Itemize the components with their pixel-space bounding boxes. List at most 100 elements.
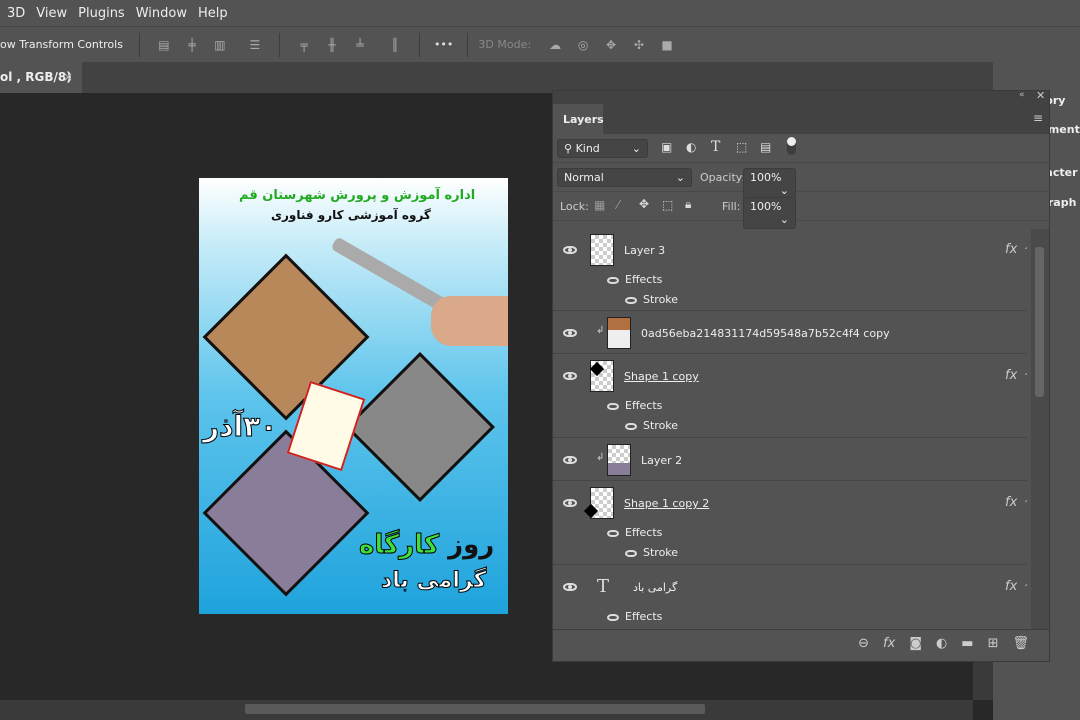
smart-object-thumbnail	[607, 317, 631, 349]
align-right-icon[interactable]: ▥	[213, 39, 227, 51]
distribute-icon[interactable]: ☰	[248, 39, 262, 51]
pan-icon[interactable]: ✥	[604, 39, 618, 51]
poster-header-line2: گروه آموزشی کارو فناوری	[271, 208, 431, 222]
align-bottom-icon[interactable]: ╧	[353, 39, 367, 51]
layer-row[interactable]: Shape 1 copy fx ^ Effects Stroke	[553, 355, 1027, 438]
visibility-eye-icon[interactable]	[563, 456, 577, 464]
visibility-eye-icon[interactable]	[563, 246, 577, 254]
effects-eye-icon[interactable]	[607, 530, 619, 537]
blend-mode-value: Normal	[564, 171, 604, 184]
layer-name[interactable]: Layer 3	[624, 244, 665, 257]
fx-icon[interactable]: fx	[1005, 579, 1017, 594]
layer-name[interactable]: گرامی باد	[633, 581, 677, 594]
layer-name[interactable]: 0ad56eba214831174d59548a7b52c4f4 copy	[641, 327, 890, 340]
layers-scrollbar[interactable]	[1031, 229, 1049, 629]
expand-caret-icon[interactable]: ^	[1024, 583, 1027, 593]
lock-all-icon[interactable]: 🔒︎	[685, 197, 691, 212]
visibility-eye-icon[interactable]	[563, 583, 577, 591]
layer-row[interactable]: T گرامی باد fx ^ Effects	[553, 566, 1027, 629]
effects-label: Effects	[625, 610, 663, 623]
chevron-down-icon[interactable]: ⌄	[780, 213, 789, 226]
visibility-eye-icon[interactable]	[563, 372, 577, 380]
fx-icon[interactable]: fx	[883, 636, 895, 651]
scroll-thumb[interactable]	[1035, 247, 1044, 397]
fx-icon[interactable]: fx	[1005, 242, 1017, 257]
poster-title: روز کارگاه	[358, 530, 494, 561]
layer-row[interactable]: Shape 1 copy 2 fx ^ Effects Stroke	[553, 482, 1027, 565]
lock-artboard-icon[interactable]: ⬚	[662, 198, 673, 212]
camera-icon[interactable]: ■	[660, 39, 674, 51]
align-top-icon[interactable]: ╤	[297, 39, 311, 51]
link-icon[interactable]: ⊖	[858, 636, 869, 651]
fx-icon[interactable]: fx	[1005, 495, 1017, 510]
expand-caret-icon[interactable]: ^	[1024, 246, 1027, 256]
layer-thumbnail	[607, 444, 631, 476]
expand-caret-icon[interactable]: ^	[1024, 372, 1027, 382]
stroke-eye-icon[interactable]	[625, 297, 637, 304]
more-options-button[interactable]: •••	[434, 38, 453, 51]
menu-view[interactable]: View	[36, 6, 67, 21]
visibility-eye-icon[interactable]	[563, 499, 577, 507]
trash-icon[interactable]: 🗑︎	[1012, 636, 1029, 651]
close-icon[interactable]: ×	[63, 70, 73, 84]
lock-position-icon[interactable]: ✥	[639, 197, 649, 211]
type-filter-icon[interactable]: T	[711, 139, 720, 155]
menu-window[interactable]: Window	[136, 6, 187, 21]
fill-input[interactable]: 100% ⌄	[743, 197, 796, 229]
opacity-value: 100%	[750, 171, 782, 184]
stroke-eye-icon[interactable]	[625, 550, 637, 557]
effects-eye-icon[interactable]	[607, 403, 619, 410]
layer-name[interactable]: Shape 1 copy	[624, 370, 699, 383]
layer-row[interactable]: Layer 3 fx ^ Effects Stroke	[553, 229, 1027, 311]
align-hcenter-icon[interactable]: ╪	[185, 39, 199, 51]
folder-icon[interactable]: ▬	[961, 636, 973, 651]
lock-transparent-icon[interactable]: ▦	[594, 198, 605, 212]
layer-name[interactable]: Shape 1 copy 2	[624, 497, 709, 510]
document-tab[interactable]: ol , RGB/8) ×	[0, 62, 82, 93]
menu-3d[interactable]: 3D	[7, 6, 25, 21]
blend-mode-select[interactable]: Normal ⌄	[557, 168, 692, 187]
layer-row[interactable]: ↲ 0ad56eba214831174d59548a7b52c4f4 copy	[553, 312, 1027, 354]
stroke-label[interactable]: Stroke	[643, 419, 678, 432]
roll-icon[interactable]: ◎	[576, 39, 590, 51]
orbit-icon[interactable]: ☁	[548, 39, 562, 51]
menu-help[interactable]: Help	[198, 6, 228, 21]
adjustment-filter-icon[interactable]: ◐	[686, 140, 696, 154]
show-transform-controls[interactable]: ow Transform Controls	[0, 38, 123, 51]
new-layer-icon[interactable]: ⊞	[988, 636, 999, 651]
menu-plugins[interactable]: Plugins	[78, 6, 125, 21]
stroke-label[interactable]: Stroke	[643, 293, 678, 306]
collapse-icon[interactable]: «	[1019, 90, 1025, 100]
effects-eye-icon[interactable]	[607, 277, 619, 284]
filter-row: ⚲ Kind ⌄ ▣ ◐ T ⬚ ▤	[553, 134, 1049, 163]
panel-menu-icon[interactable]: ≡	[1033, 111, 1043, 125]
filter-kind-select[interactable]: ⚲ Kind ⌄	[557, 139, 648, 158]
filter-toggle[interactable]	[787, 137, 796, 155]
stroke-label[interactable]: Stroke	[643, 546, 678, 559]
divider	[138, 32, 140, 57]
smart-object-filter-icon[interactable]: ▤	[760, 140, 771, 154]
align-vcenter-icon[interactable]: ╫	[325, 39, 339, 51]
distribute-v-icon[interactable]: ║	[388, 39, 402, 51]
fx-icon[interactable]: fx	[1005, 368, 1017, 383]
shape-filter-icon[interactable]: ⬚	[736, 140, 747, 154]
mask-icon[interactable]: ◙	[909, 636, 922, 651]
scroll-thumb[interactable]	[245, 704, 705, 714]
adjustment-icon[interactable]: ◐	[936, 636, 947, 651]
layer-name[interactable]: Layer 2	[641, 454, 682, 467]
layer-row[interactable]: ↲ Layer 2	[553, 439, 1027, 481]
align-left-icon[interactable]: ▤	[157, 39, 171, 51]
expand-caret-icon[interactable]: ^	[1024, 499, 1027, 509]
effects-eye-icon[interactable]	[607, 614, 619, 621]
tab-layers[interactable]: Layers	[553, 104, 604, 134]
close-panel-icon[interactable]: ✕	[1036, 89, 1045, 102]
panel-tabs: Layers ≡	[553, 104, 1049, 134]
stroke-eye-icon[interactable]	[625, 423, 637, 430]
lock-brush-icon[interactable]: ⁄	[617, 198, 619, 212]
visibility-eye-icon[interactable]	[563, 329, 577, 337]
poster-title-word2: کارگاه	[358, 530, 440, 561]
horizontal-scrollbar[interactable]	[0, 700, 973, 720]
pixel-filter-icon[interactable]: ▣	[661, 140, 672, 154]
gears-photo	[345, 352, 495, 502]
slide-icon[interactable]: ✣	[632, 39, 646, 51]
